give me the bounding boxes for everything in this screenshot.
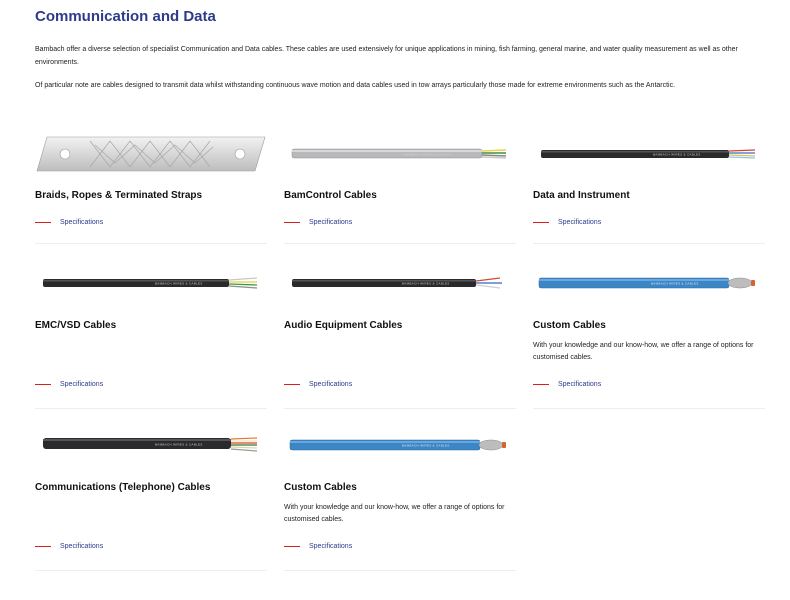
divider [533, 243, 765, 244]
red-dash-icon [35, 546, 51, 547]
red-dash-icon [35, 222, 51, 223]
svg-text:BAMBACH WIRES & CABLES: BAMBACH WIRES & CABLES [653, 153, 701, 157]
specifications-link[interactable]: Specifications [35, 219, 103, 226]
product-name: BamControl Cables [284, 190, 377, 201]
specifications-link[interactable]: Specifications [284, 543, 352, 550]
specifications-link-label: Specifications [558, 219, 602, 226]
product-name: Data and Instrument [533, 190, 630, 201]
product-name: Audio Equipment Cables [284, 320, 403, 331]
divider [284, 243, 516, 244]
page-title: Communication and Data [35, 8, 216, 25]
product-name: Custom Cables [533, 320, 606, 331]
red-dash-icon [284, 384, 300, 385]
black-cable-image: BAMBACH WIRES & CABLES [35, 265, 267, 305]
product-card[interactable]: BAMBACH WIRES & CABLES Communications (T… [35, 427, 267, 571]
red-dash-icon [284, 222, 300, 223]
svg-text:BAMBACH WIRES & CABLES: BAMBACH WIRES & CABLES [404, 153, 452, 157]
product-card[interactable]: BAMBACH WIRES & CABLES EMC/VSD Cables Sp… [35, 265, 267, 409]
black-cable-image: BAMBACH WIRES & CABLES [284, 265, 516, 305]
red-dash-icon [533, 384, 549, 385]
specifications-link-label: Specifications [309, 543, 353, 550]
specifications-link-label: Specifications [60, 219, 104, 226]
product-card[interactable]: BAMBACH WIRES & CABLES BamControl Cables… [284, 135, 516, 275]
product-name: Custom Cables [284, 482, 357, 493]
divider [284, 570, 516, 571]
divider [35, 570, 267, 571]
specifications-link-label: Specifications [309, 381, 353, 388]
product-description: With your knowledge and our know-how, we… [533, 342, 754, 361]
specifications-link[interactable]: Specifications [533, 381, 601, 388]
page: Communication and Data Bambach offer a d… [0, 0, 790, 600]
svg-text:BAMBACH WIRES & CABLES: BAMBACH WIRES & CABLES [155, 443, 203, 447]
specifications-link-label: Specifications [60, 543, 104, 550]
divider [35, 243, 267, 244]
divider [35, 408, 267, 409]
black-cable-image: BAMBACH WIRES & CABLES [533, 135, 765, 175]
specifications-link[interactable]: Specifications [284, 219, 352, 226]
product-name: Braids, Ropes & Terminated Straps [35, 190, 203, 201]
product-card[interactable]: BAMBACH WIRES & CABLES Custom Cables Wit… [533, 265, 765, 409]
specifications-link[interactable]: Specifications [284, 381, 352, 388]
specifications-link-label: Specifications [558, 381, 602, 388]
intro-paragraph: Bambach offer a diverse selection of spe… [35, 46, 738, 66]
product-description: With your knowledge and our know-how, we… [284, 504, 505, 523]
product-name: EMC/VSD Cables [35, 320, 117, 331]
blue-cable-image: BAMBACH WIRES & CABLES [533, 265, 765, 305]
svg-text:BAMBACH WIRES & CABLES: BAMBACH WIRES & CABLES [402, 444, 450, 448]
specifications-link-label: Specifications [309, 219, 353, 226]
specifications-link-label: Specifications [60, 381, 104, 388]
braided-strap-image [35, 135, 267, 175]
divider [533, 408, 765, 409]
svg-text:BAMBACH WIRES & CABLES: BAMBACH WIRES & CABLES [402, 282, 450, 286]
black-cable-image: BAMBACH WIRES & CABLES [35, 427, 267, 467]
product-card[interactable]: Braids, Ropes & Terminated Straps Specif… [35, 135, 267, 275]
blue-cable-image: BAMBACH WIRES & CABLES [284, 427, 516, 467]
specifications-link[interactable]: Specifications [533, 219, 601, 226]
red-dash-icon [284, 546, 300, 547]
svg-text:BAMBACH WIRES & CABLES: BAMBACH WIRES & CABLES [155, 282, 203, 286]
svg-text:BAMBACH WIRES & CABLES: BAMBACH WIRES & CABLES [651, 282, 699, 286]
red-dash-icon [35, 384, 51, 385]
red-dash-icon [533, 222, 549, 223]
product-card[interactable]: BAMBACH WIRES & CABLES Data and Instrume… [533, 135, 765, 275]
product-card[interactable]: BAMBACH WIRES & CABLES Audio Equipment C… [284, 265, 516, 409]
product-name: Communications (Telephone) Cables [35, 482, 211, 493]
grey-cable-image: BAMBACH WIRES & CABLES [284, 135, 516, 175]
specifications-link[interactable]: Specifications [35, 381, 103, 388]
intro-paragraph: Of particular note are cables designed t… [35, 82, 676, 89]
specifications-link[interactable]: Specifications [35, 543, 103, 550]
product-card[interactable]: BAMBACH WIRES & CABLES Custom Cables Wit… [284, 427, 516, 571]
divider [284, 408, 516, 409]
